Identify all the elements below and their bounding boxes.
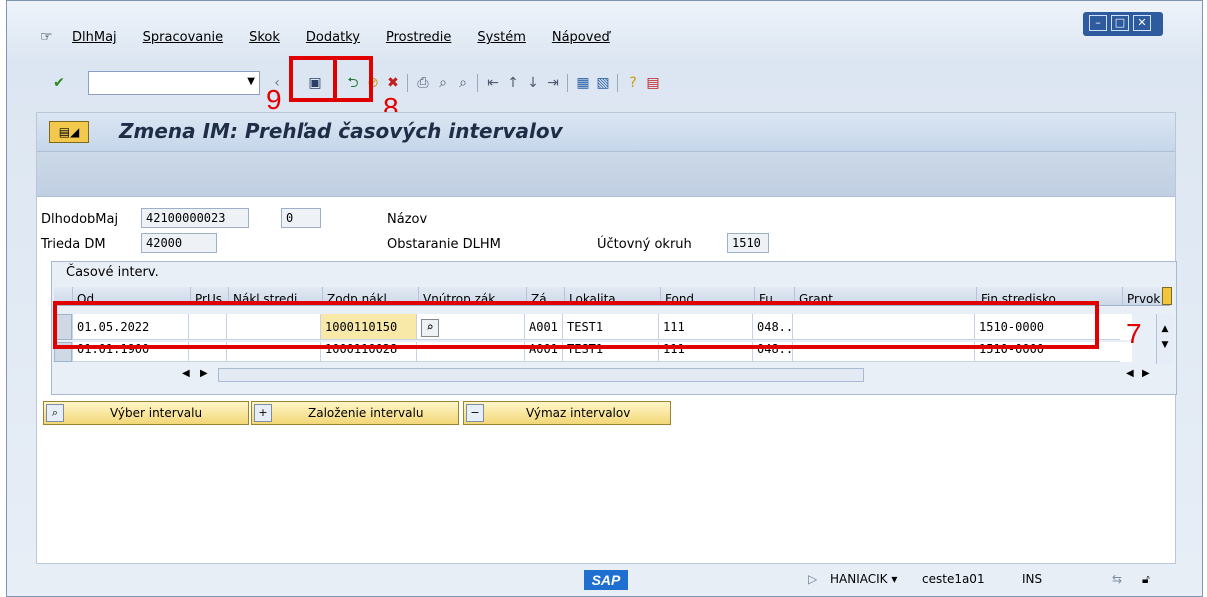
title-bar: ▤◢ Zmena IM: Prehľad časových intervalov: [37, 113, 1175, 152]
menu-napoved[interactable]: Nápoveď: [552, 30, 610, 45]
annotation-box-save: [289, 56, 337, 102]
select-icon: ⌕: [46, 404, 64, 422]
application-toolbar: [37, 152, 1175, 197]
menu-system[interactable]: Systém: [477, 30, 525, 45]
scroll-up-icon[interactable]: ▲: [1157, 324, 1173, 334]
name-label: Názov: [387, 212, 428, 227]
create-interval-button[interactable]: + Založenie intervalu: [251, 401, 459, 425]
menu-bar: DlhMaj Spracovanie Skok Dodatky Prostred…: [72, 30, 636, 45]
previous-page-icon[interactable]: ↑: [504, 74, 522, 92]
area-field[interactable]: 1510: [727, 233, 769, 253]
menu-spracovanie[interactable]: Spracovanie: [143, 30, 223, 45]
scroll-left-icon[interactable]: ◀: [182, 368, 190, 379]
area-label: Účtovný okruh: [597, 237, 692, 252]
shortcut-icon[interactable]: ▧: [594, 74, 612, 92]
create-icon: +: [254, 404, 272, 422]
window-controls: – □ ✕: [1083, 12, 1163, 36]
horizontal-scrollbar[interactable]: [218, 368, 864, 382]
scroll-right-icon[interactable]: ▶: [1142, 368, 1150, 379]
class-field[interactable]: 42000: [141, 233, 217, 253]
status-expand-icon[interactable]: ▷: [808, 572, 817, 586]
command-field[interactable]: ▼: [88, 71, 260, 95]
subnumber-field[interactable]: 0: [281, 208, 321, 228]
print-icon[interactable]: ⎙: [414, 74, 432, 92]
find-icon[interactable]: ⌕: [434, 74, 452, 92]
cancel-icon[interactable]: ✖: [384, 74, 402, 92]
next-page-icon[interactable]: ↓: [524, 74, 542, 92]
select-interval-button[interactable]: ⌕ Výber intervalu: [43, 401, 249, 425]
lock-icon[interactable]: 🔓︎: [1142, 572, 1150, 587]
enter-icon[interactable]: ✔: [50, 74, 68, 92]
system-menu-icon[interactable]: ☞: [40, 29, 53, 45]
minimize-button[interactable]: –: [1089, 15, 1107, 31]
help-icon[interactable]: ?: [624, 74, 642, 92]
status-tab-icon[interactable]: ⇆: [1112, 572, 1122, 586]
layout-icon[interactable]: ▤: [644, 74, 662, 92]
annotation-box-back: [333, 56, 373, 102]
status-mode: INS: [1022, 572, 1043, 586]
menu-dlhmaj[interactable]: DlhMaj: [72, 30, 117, 45]
last-page-icon[interactable]: ⇥: [544, 74, 562, 92]
screen-menu-icon[interactable]: ▤◢: [49, 121, 89, 143]
vertical-scrollbar[interactable]: ▲ ▼: [1156, 314, 1173, 364]
sap-gui-frame: – □ ✕ ☞ DlhMaj Spracovanie Skok Dodatky …: [0, 0, 1207, 597]
annotation-box-row: [53, 301, 1099, 349]
close-button[interactable]: ✕: [1133, 15, 1151, 31]
asset-description: Obstaranie DLHM: [387, 237, 501, 252]
asset-field[interactable]: 42100000023: [141, 208, 249, 228]
chevron-down-icon[interactable]: ▼: [247, 76, 255, 87]
menu-skok[interactable]: Skok: [249, 30, 280, 45]
menu-dodatky[interactable]: Dodatky: [306, 30, 360, 45]
menu-prostredie[interactable]: Prostredie: [386, 30, 451, 45]
asset-label: DlhodobMaj: [41, 212, 119, 227]
find-next-icon[interactable]: ⌕: [454, 74, 472, 92]
delete-intervals-button[interactable]: − Výmaz intervalov: [463, 401, 671, 425]
create-session-icon[interactable]: ▦: [574, 74, 592, 92]
status-user[interactable]: HANIACIK ▾: [830, 572, 897, 586]
scroll-down-icon[interactable]: ▼: [1157, 340, 1173, 350]
annotation-label-row: 7: [1126, 318, 1142, 349]
column-settings-icon[interactable]: [1162, 287, 1172, 305]
status-server: ceste1a01: [922, 572, 985, 586]
col-prvok[interactable]: Prvok: [1122, 287, 1162, 305]
first-page-icon[interactable]: ⇤: [484, 74, 502, 92]
page-title: Zmena IM: Prehľad časových intervalov: [119, 119, 563, 143]
sap-logo: SAP: [584, 570, 628, 590]
scroll-right-icon[interactable]: ▶: [200, 368, 208, 379]
scroll-left-icon[interactable]: ◀: [1126, 368, 1134, 379]
table-title: Časové interv.: [66, 265, 159, 280]
class-label: Trieda DM: [41, 237, 106, 252]
delete-icon: −: [466, 404, 484, 422]
maximize-button[interactable]: □: [1111, 15, 1129, 31]
